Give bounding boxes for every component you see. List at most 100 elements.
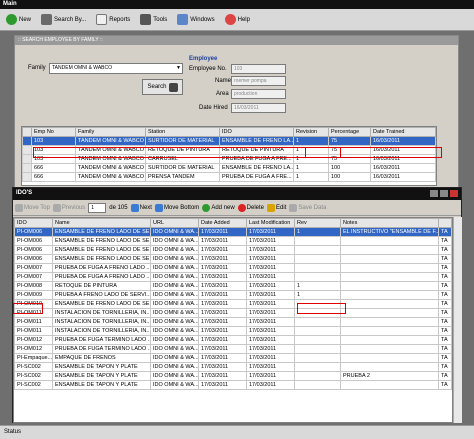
table-row[interactable]: PI-OM011 INSTALACION DE TORNILLERIA, IN..… — [14, 326, 452, 336]
table-cell[interactable]: 17/03/2011 — [198, 281, 247, 291]
table-cell[interactable]: PI-OM008 — [14, 281, 53, 291]
table-cell[interactable]: 100 — [328, 163, 371, 173]
table-cell[interactable] — [340, 362, 439, 372]
table-cell[interactable]: PI-OM006 — [14, 227, 53, 237]
table-cell[interactable]: TA — [438, 236, 452, 246]
col-extra[interactable] — [438, 218, 452, 228]
table-cell[interactable] — [294, 236, 341, 246]
table-cell[interactable]: 17/03/2011 — [198, 254, 247, 264]
table-cell[interactable] — [340, 326, 439, 336]
table-cell[interactable]: 16/03/2011 — [370, 172, 436, 182]
table-cell[interactable] — [294, 380, 341, 390]
table-cell[interactable] — [340, 272, 439, 282]
table-cell[interactable]: PRUEBA DE FUGA TERMINO LADO ... — [52, 335, 151, 345]
table-cell[interactable]: IDO OMNI & WA... — [150, 308, 199, 318]
table-cell[interactable]: 17/03/2011 — [198, 308, 247, 318]
table-cell[interactable]: TA — [438, 380, 452, 390]
table-cell[interactable] — [294, 371, 341, 381]
table-cell[interactable]: PI-OM006 — [14, 245, 53, 255]
table-cell[interactable]: ENSAMBLE DE FRENO LADO DE SE... — [52, 227, 151, 237]
table-cell[interactable]: TANDEM OMNI & WABCO — [75, 136, 146, 146]
table-row[interactable]: PI-SC002 ENSAMBLE DE TAPON Y PLATE IDO OMN… — [14, 380, 452, 390]
table-cell[interactable]: IDO OMNI & WA... — [150, 236, 199, 246]
table-cell[interactable]: 17/03/2011 — [198, 290, 247, 300]
table-cell[interactable]: IDO OMNI & WA... — [150, 380, 199, 390]
new-button[interactable]: New — [3, 13, 34, 26]
table-cell[interactable]: 17/03/2011 — [198, 317, 247, 327]
table-cell[interactable]: TA — [438, 281, 452, 291]
page-number-input[interactable]: 1 — [88, 202, 107, 213]
table-cell[interactable]: TANDEM OMNI & WABCO — [75, 172, 146, 182]
table-cell[interactable]: ENSAMBLE DE FRENO LA... — [219, 136, 294, 146]
table-cell[interactable]: PRUEBA DE FUGA TERMINO LADO ... — [52, 344, 151, 354]
table-cell[interactable] — [294, 263, 341, 273]
table-cell[interactable]: INSTALACION DE TORNILLERIA, IN... — [52, 317, 151, 327]
table-cell[interactable]: 17/03/2011 — [198, 227, 247, 237]
table-cell[interactable] — [340, 254, 439, 264]
name-field[interactable]: roemer pompa — [231, 76, 286, 86]
table-cell[interactable]: PI-SC002 — [14, 362, 53, 372]
table-row[interactable]: PI-OM009 PRUEBA A FRENO LADO DE SERVI... I… — [14, 290, 452, 300]
vertical-scrollbar[interactable] — [453, 217, 462, 423]
col-name[interactable]: Name — [52, 218, 151, 228]
table-cell[interactable]: 17/03/2011 — [246, 227, 295, 237]
table-cell[interactable]: PI-Empaque... — [14, 353, 53, 363]
table-cell[interactable] — [340, 308, 439, 318]
area-field[interactable]: production — [231, 89, 286, 99]
table-row[interactable]: PI-OM006 ENSAMBLE DE FRENO LADO DE SE... I… — [14, 254, 452, 264]
table-cell[interactable] — [294, 335, 341, 345]
add-new-button[interactable]: Add new — [202, 203, 235, 212]
table-cell[interactable]: 16/03/2011 — [370, 136, 436, 146]
table-cell[interactable]: TA — [438, 317, 452, 327]
col-station[interactable]: Station — [145, 127, 220, 137]
col-last-modification[interactable]: Last Modification — [246, 218, 295, 228]
table-cell[interactable]: IDO OMNI & WA... — [150, 353, 199, 363]
table-cell[interactable]: 1 — [294, 290, 341, 300]
date-hired-field[interactable]: 16/03/2011 — [231, 103, 286, 113]
next-button[interactable]: Next — [130, 203, 152, 212]
table-cell[interactable]: 17/03/2011 — [246, 353, 295, 363]
table-cell[interactable] — [340, 353, 439, 363]
table-cell[interactable]: 103 — [31, 136, 76, 146]
delete-button[interactable]: Delete — [237, 203, 264, 212]
table-cell[interactable]: TA — [438, 254, 452, 264]
table-cell[interactable] — [294, 344, 341, 354]
windows-button[interactable]: Windows — [174, 13, 217, 26]
table-cell[interactable]: PI-OM006 — [14, 254, 53, 264]
close-icon[interactable] — [450, 190, 458, 197]
table-row[interactable]: PI-OM006 ENSAMBLE DE FRENO LADO DE SE... I… — [14, 227, 452, 237]
col-emp-no[interactable]: Emp No — [31, 127, 76, 137]
table-cell[interactable]: EL INSTRUCTIVO "ENSAMBLE DE F... — [340, 227, 439, 237]
table-cell[interactable]: IDO OMNI & WA... — [150, 362, 199, 372]
table-cell[interactable]: PRUEBA A FRENO LADO DE SERVI... — [52, 290, 151, 300]
table-cell[interactable]: PRUEBA DE FUGA A FRENO LADO ... — [52, 263, 151, 273]
table-cell[interactable]: IDO OMNI & WA... — [150, 272, 199, 282]
table-row[interactable]: PI-OM006 ENSAMBLE DE FRENO LADO DE SE... I… — [14, 245, 452, 255]
col-rev[interactable]: Rev — [294, 218, 341, 228]
table-cell[interactable]: 16/03/2011 — [370, 163, 436, 173]
table-cell[interactable] — [294, 245, 341, 255]
table-cell[interactable]: SURTIDOR DE MATERIAL — [145, 163, 220, 173]
table-cell[interactable]: 17/03/2011 — [246, 380, 295, 390]
table-cell[interactable]: 75 — [328, 136, 371, 146]
table-cell[interactable]: IDO OMNI & WA... — [150, 254, 199, 264]
table-cell[interactable]: 17/03/2011 — [198, 236, 247, 246]
table-row[interactable]: 666 TANDEM OMNI & WABCO SURTIDOR DE MATERI… — [22, 163, 436, 173]
table-cell[interactable]: 17/03/2011 — [246, 371, 295, 381]
table-row[interactable]: 666 TANDEM OMNI & WABCO PRENSA TANDEM PRUEB… — [22, 172, 436, 182]
table-cell[interactable]: IDO OMNI & WA... — [150, 299, 199, 309]
table-row[interactable]: PI-OM007 PRUEBA DE FUGA A FRENO LADO ... I… — [14, 263, 452, 273]
table-cell[interactable]: 17/03/2011 — [198, 245, 247, 255]
col-percentage[interactable]: Percentage — [328, 127, 371, 137]
table-cell[interactable]: PI-OM007 — [14, 272, 53, 282]
table-cell[interactable]: 17/03/2011 — [198, 353, 247, 363]
table-cell[interactable]: 17/03/2011 — [246, 344, 295, 354]
table-row[interactable]: PI-OM007 PRUEBA DE FUGA A FRENO LADO ... I… — [14, 272, 452, 282]
table-cell[interactable]: SURTIDOR DE MATERIAL — [145, 136, 220, 146]
col-date-trained[interactable]: Date Trained — [370, 127, 436, 137]
table-cell[interactable]: TA — [438, 272, 452, 282]
table-cell[interactable] — [340, 290, 439, 300]
table-cell[interactable]: INSTALACION DE TORNILLERIA, IN... — [52, 326, 151, 336]
col-notes[interactable]: Notes — [340, 218, 439, 228]
table-cell[interactable]: 666 — [31, 163, 76, 173]
